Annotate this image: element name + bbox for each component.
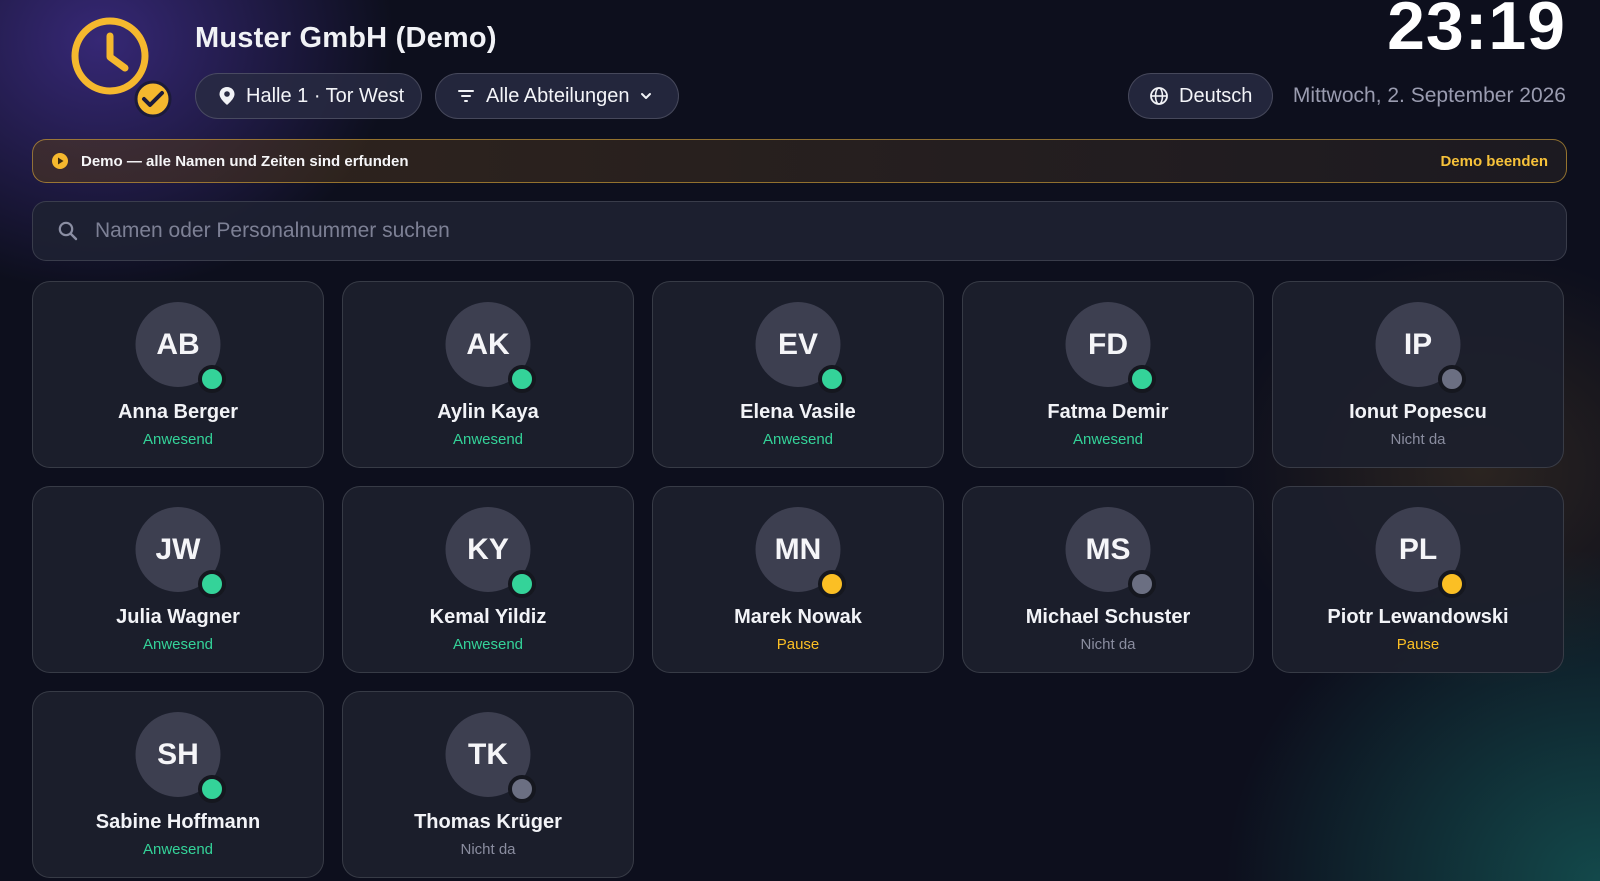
employee-name: Julia Wagner: [116, 606, 240, 628]
employee-status: Anwesend: [762, 431, 834, 448]
clock-check-icon: [71, 17, 172, 118]
employee-name: Aylin Kaya: [437, 401, 539, 423]
department-filter-label: Alle Abteilungen: [486, 84, 630, 107]
status-indicator: [508, 775, 536, 803]
employee-name: Elena Vasile: [740, 401, 856, 423]
status-indicator: [198, 775, 226, 803]
employee-card[interactable]: AB Anna Berger Anwesend: [32, 281, 324, 468]
status-indicator: [508, 570, 536, 598]
employee-card[interactable]: EV Elena Vasile Anwesend: [652, 281, 944, 468]
demo-banner-text: Demo — alle Namen und Zeiten sind erfund…: [81, 152, 409, 170]
status-indicator: [818, 365, 846, 393]
employee-status: Anwesend: [452, 431, 524, 448]
employee-status: Nicht da: [1080, 636, 1136, 653]
current-date: Mittwoch, 2. September 2026: [1292, 84, 1566, 107]
company-name: Muster GmbH (Demo): [195, 22, 497, 54]
search-input[interactable]: [95, 219, 1495, 243]
employee-status: Pause: [1396, 636, 1440, 653]
app-logo: [70, 16, 174, 120]
employee-card[interactable]: PL Piotr Lewandowski Pause: [1272, 486, 1564, 673]
employee-card[interactable]: SH Sabine Hoffmann Anwesend: [32, 691, 324, 878]
language-selector[interactable]: Deutsch: [1128, 73, 1273, 119]
employee-status: Anwesend: [452, 636, 524, 653]
language-label: Deutsch: [1179, 84, 1253, 107]
employee-card[interactable]: KY Kemal Yildiz Anwesend: [342, 486, 634, 673]
status-indicator: [198, 570, 226, 598]
location-pin-icon: [219, 87, 235, 105]
search-bar: [32, 201, 1567, 261]
employee-status: Anwesend: [142, 636, 214, 653]
status-indicator: [508, 365, 536, 393]
employee-status: Pause: [776, 636, 820, 653]
employee-grid: AB Anna Berger Anwesend AK Aylin Kaya Anwesen…: [32, 281, 1567, 878]
status-indicator: [1438, 570, 1466, 598]
employee-name: Marek Nowak: [734, 606, 862, 628]
employee-card[interactable]: TK Thomas Krüger Nicht da: [342, 691, 634, 878]
employee-card[interactable]: MN Marek Nowak Pause: [652, 486, 944, 673]
employee-card[interactable]: JW Julia Wagner Anwesend: [32, 486, 324, 673]
employee-name: Anna Berger: [117, 401, 239, 423]
employee-name: Fatma Demir: [1047, 401, 1169, 423]
current-time: 23:19: [1387, 0, 1566, 64]
status-indicator: [1128, 365, 1156, 393]
employee-name: Thomas Krüger: [414, 811, 562, 833]
end-demo-button[interactable]: Demo beenden: [1440, 153, 1548, 170]
status-indicator: [198, 365, 226, 393]
department-filter[interactable]: Alle Abteilungen: [435, 73, 679, 119]
employee-name: Sabine Hoffmann: [95, 811, 261, 833]
employee-name: Piotr Lewandowski: [1327, 606, 1509, 628]
employee-name: Ionut Popescu: [1349, 401, 1487, 423]
employee-status: Anwesend: [1072, 431, 1144, 448]
status-indicator: [818, 570, 846, 598]
play-circle-icon: [52, 153, 68, 169]
employee-status: Nicht da: [460, 841, 516, 858]
status-indicator: [1128, 570, 1156, 598]
employee-card[interactable]: AK Aylin Kaya Anwesend: [342, 281, 634, 468]
employee-card[interactable]: IP Ionut Popescu Nicht da: [1272, 281, 1564, 468]
globe-icon: [1150, 87, 1168, 105]
employee-name: Michael Schuster: [1025, 606, 1191, 628]
chevron-down-icon: [641, 93, 652, 99]
search-icon: [58, 221, 78, 241]
employee-card[interactable]: FD Fatma Demir Anwesend: [962, 281, 1254, 468]
status-indicator: [1438, 365, 1466, 393]
employee-card[interactable]: MS Michael Schuster Nicht da: [962, 486, 1254, 673]
location-label: Halle 1 · Tor West: [246, 84, 405, 107]
employee-status: Nicht da: [1390, 431, 1446, 448]
employee-status: Anwesend: [142, 431, 214, 448]
filter-icon: [458, 90, 474, 102]
employee-name: Kemal Yildiz: [429, 606, 547, 628]
employee-status: Anwesend: [142, 841, 214, 858]
demo-banner: Demo — alle Namen und Zeiten sind erfund…: [32, 139, 1567, 183]
location-selector[interactable]: Halle 1 · Tor West: [195, 73, 422, 119]
